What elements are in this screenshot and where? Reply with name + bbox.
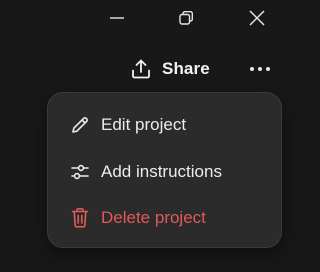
menu-item-add-instructions[interactable]: Add instructions: [48, 152, 281, 192]
menu-item-label: Delete project: [101, 208, 206, 227]
menu-item-edit-project[interactable]: Edit project: [48, 105, 281, 145]
pencil-icon: [69, 114, 91, 136]
sliders-icon: [69, 161, 91, 183]
more-horizontal-icon: [250, 67, 270, 71]
project-options-menu: Edit project Add instructions Delete pro…: [47, 92, 282, 248]
share-button[interactable]: Share: [126, 54, 214, 84]
restore-button[interactable]: [172, 4, 200, 32]
share-label: Share: [162, 59, 210, 78]
more-options-button[interactable]: [245, 54, 275, 84]
close-button[interactable]: [243, 4, 271, 32]
restore-icon: [179, 11, 193, 25]
minimize-icon: [110, 17, 124, 19]
close-icon: [249, 10, 265, 26]
menu-item-delete-project[interactable]: Delete project: [48, 198, 281, 238]
trash-icon: [69, 207, 91, 229]
menu-item-label: Add instructions: [101, 162, 222, 181]
share-upload-icon: [132, 59, 150, 79]
menu-item-label: Edit project: [101, 115, 187, 134]
minimize-button[interactable]: [103, 4, 131, 32]
